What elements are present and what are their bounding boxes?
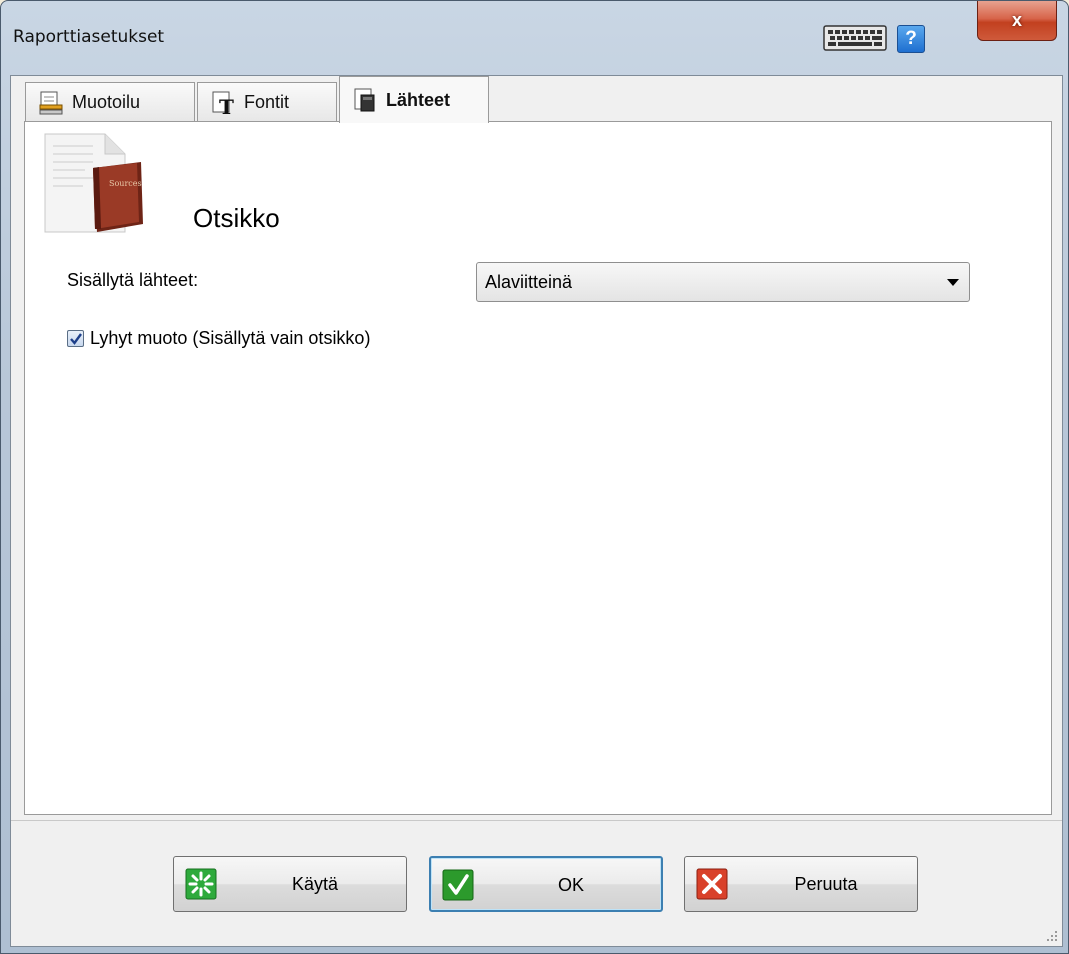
svg-text:T: T [219,95,234,116]
ok-button[interactable]: OK [429,856,663,912]
title-bar[interactable]: Raporttiasetukset ? x [1,1,1068,75]
include-sources-label: Sisällytä lähteet: [67,270,199,290]
format-icon [39,91,63,114]
tab-label: Fontit [244,92,290,112]
short-form-row[interactable]: Lyhyt muoto (Sisällytä vain otsikko) [67,328,370,349]
cancel-label: Peruuta [794,874,858,894]
sources-icon [354,88,375,112]
tab-bar: Muotoilu T Fontit Lähteet [11,76,1062,123]
tab-label: Muotoilu [72,92,141,112]
apply-icon [185,868,217,900]
button-bar: Käytä OK Peruuta [11,820,1062,946]
book-document-icon: Sources [44,133,143,233]
tab-fontit[interactable]: T Fontit [197,82,337,122]
dialog-window: Raporttiasetukset ? x Muotoilu T Fontit … [0,0,1069,954]
resize-grip-icon[interactable] [1046,930,1058,942]
help-icon[interactable]: ? [897,25,925,53]
cancel-button[interactable]: Peruuta [684,856,918,912]
tab-muotoilu[interactable]: Muotoilu [25,82,195,122]
book-cover-text: Sources [109,179,142,188]
include-sources-value: Alaviitteinä [485,271,573,292]
tab-label: Lähteet [386,89,451,110]
ok-check-icon [442,869,474,901]
window-title: Raporttiasetukset [13,27,165,47]
tab-lahteet[interactable]: Lähteet [339,76,489,123]
short-form-checkbox[interactable] [67,330,84,347]
include-sources-select[interactable]: Alaviitteinä [476,262,970,302]
apply-button[interactable]: Käytä [173,856,407,912]
sources-panel: Sources Otsikko Sisällytä lähteet: Alavi… [24,121,1052,815]
keyboard-icon[interactable] [823,25,887,51]
checkmark-icon [70,333,82,345]
apply-label: Käytä [291,874,339,894]
dialog-body: Muotoilu T Fontit Lähteet Sources Otsikk… [10,75,1063,947]
ok-label: OK [557,875,584,895]
close-button[interactable]: x [977,1,1057,41]
page-title: Otsikko [193,203,280,233]
short-form-label: Lyhyt muoto (Sisällytä vain otsikko) [90,328,371,348]
font-icon: T [212,91,234,116]
chevron-down-icon [947,279,959,286]
cancel-x-icon [696,868,728,900]
